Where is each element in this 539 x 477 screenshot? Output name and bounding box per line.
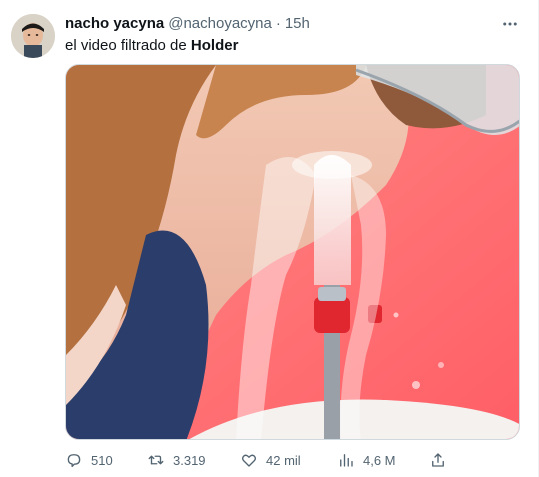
retweet-button[interactable]: 3.319: [147, 450, 206, 470]
reply-count: 510: [91, 452, 113, 468]
avatar-photo: [11, 14, 55, 58]
tweet-text: el video filtrado de Holder: [65, 36, 238, 56]
media-photo: [66, 65, 519, 439]
like-icon: [242, 454, 256, 467]
tweet-text-prefix: el video filtrado de: [65, 37, 191, 54]
like-button[interactable]: 42 mil: [240, 450, 301, 470]
tweet-time[interactable]: 15h: [285, 15, 310, 32]
retweet-icon: [148, 455, 164, 465]
views-button[interactable]: 4,6 M: [337, 450, 396, 470]
more-button[interactable]: [500, 14, 520, 34]
share-icon: [432, 453, 444, 467]
views-icon: [340, 454, 353, 467]
separator-dot: ·: [275, 14, 281, 32]
tweet-media[interactable]: [65, 64, 520, 440]
retweet-count: 3.319: [173, 452, 206, 468]
reply-button[interactable]: 510: [65, 450, 113, 470]
tweet-header: nacho yacyna @nachoyacyna · 15h: [65, 13, 310, 33]
reply-icon: [67, 454, 81, 468]
tweet-actions: 510 3.319 42 mil 4,6 M: [65, 450, 455, 470]
share-button[interactable]: [429, 450, 455, 470]
more-icon: [503, 22, 517, 26]
views-count: 4,6 M: [363, 452, 396, 468]
avatar[interactable]: [11, 14, 55, 58]
like-count: 42 mil: [266, 452, 301, 468]
tweet-text-bold: Holder: [190, 37, 239, 54]
author-name[interactable]: nacho yacyna: [65, 15, 164, 32]
author-handle[interactable]: @nachoyacyna: [168, 15, 272, 32]
tweet[interactable]: nacho yacyna @nachoyacyna · 15h el video…: [0, 0, 539, 477]
